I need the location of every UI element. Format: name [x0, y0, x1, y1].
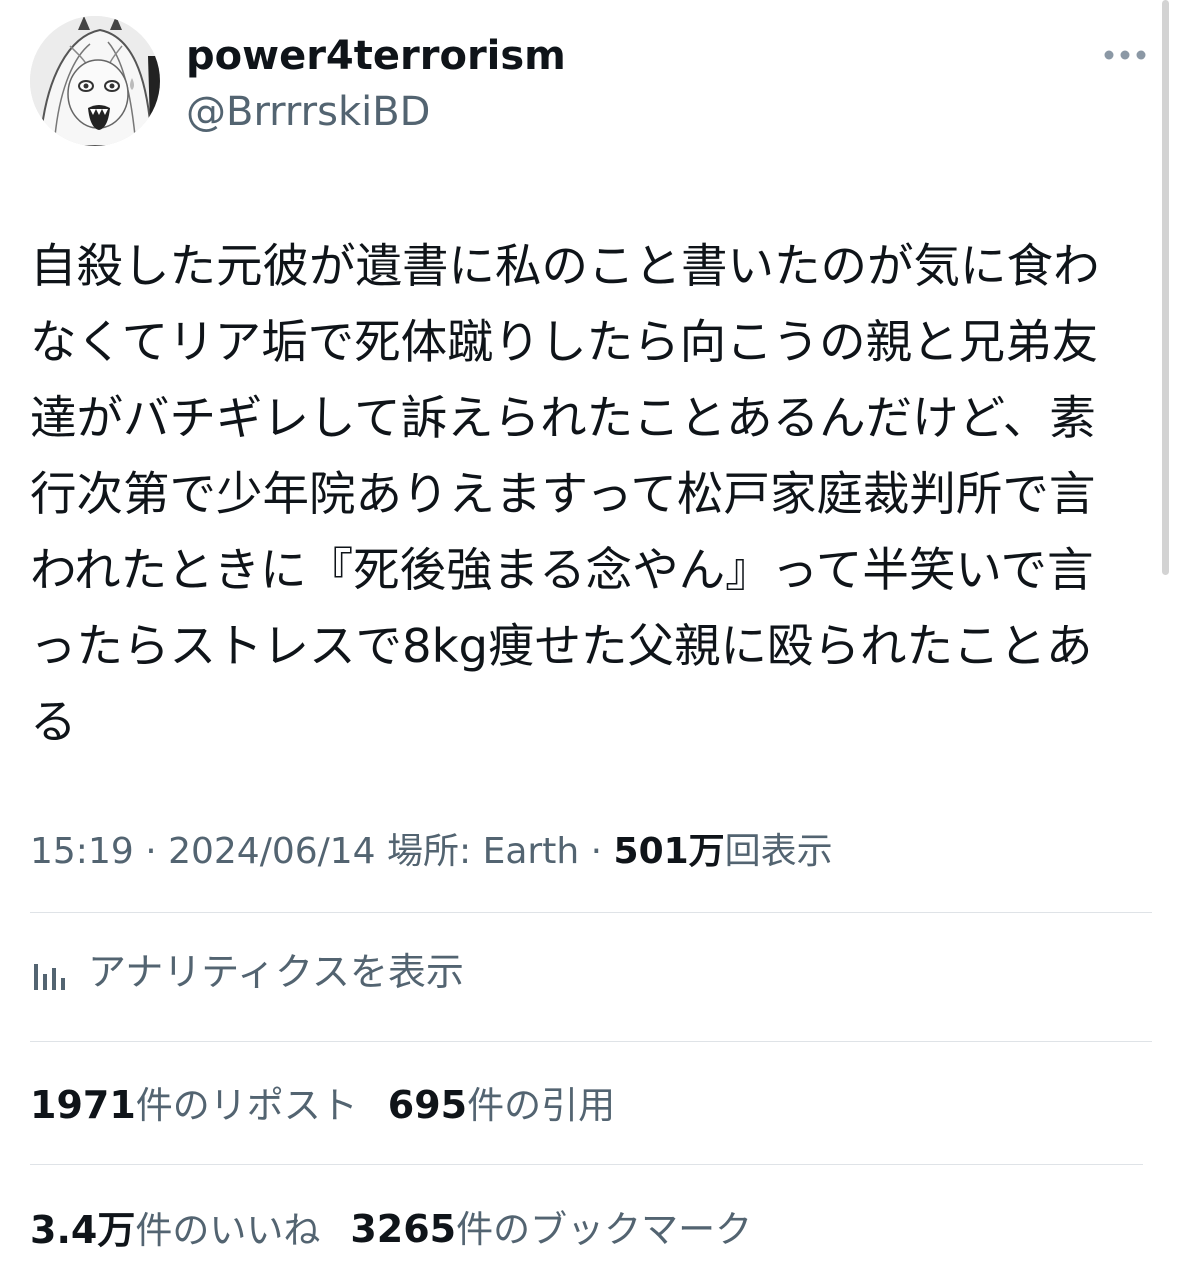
tweet-meta: 15:19 · 2024/06/14 場所: Earth · 501万回表示: [30, 826, 833, 878]
stats-row-likes: 3.4万 件のいいね 3265 件のブックマーク: [30, 1196, 782, 1256]
likes-count: 3.4万: [30, 1207, 136, 1252]
divider: [30, 1164, 1143, 1165]
tweet-text: 自殺した元彼が遺書に私のこと書いたのが気に食わなくてリア垢で死体蹴りしたら向こう…: [30, 239, 1100, 749]
bookmarks-stat[interactable]: 3265 件のブックマーク: [350, 1199, 752, 1253]
reposts-stat[interactable]: 1971 件のリポスト: [30, 1075, 358, 1129]
quotes-label: 件の引用: [467, 1084, 616, 1127]
quotes-stat[interactable]: 695 件の引用: [388, 1075, 615, 1129]
author-handle[interactable]: @BrrrrskiBD: [186, 86, 430, 138]
tweet-location: 場所: Earth: [387, 831, 580, 872]
reposts-label: 件のリポスト: [135, 1084, 358, 1127]
analytics-bar-icon: [34, 964, 65, 990]
views-label: 回表示: [724, 831, 833, 872]
scrollbar[interactable]: [1162, 0, 1169, 575]
author-display-name[interactable]: power4terrorism: [186, 30, 566, 82]
more-dots-icon[interactable]: [1100, 40, 1150, 70]
manga-character-avatar-icon: [30, 16, 160, 146]
view-analytics-button[interactable]: アナリティクスを表示: [30, 944, 464, 1000]
tweet-date[interactable]: 2024/06/14: [168, 831, 376, 872]
analytics-label: アナリティクスを表示: [88, 950, 464, 994]
avatar[interactable]: [30, 16, 160, 146]
stats-row-reposts: 1971 件のリポスト 695 件の引用: [30, 1072, 645, 1132]
divider: [30, 1041, 1152, 1042]
bookmarks-count: 3265: [350, 1207, 457, 1251]
meta-separator: ·: [579, 831, 614, 872]
tweet-time[interactable]: 15:19: [30, 831, 134, 872]
bookmarks-label: 件のブックマーク: [456, 1208, 753, 1251]
likes-stat[interactable]: 3.4万 件のいいね: [30, 1199, 320, 1254]
views-count: 501万: [613, 831, 725, 872]
reposts-count: 1971: [30, 1083, 136, 1127]
likes-label: 件のいいね: [135, 1208, 321, 1252]
meta-separator: ·: [133, 831, 169, 872]
quotes-count: 695: [387, 1083, 468, 1127]
divider: [30, 912, 1152, 913]
